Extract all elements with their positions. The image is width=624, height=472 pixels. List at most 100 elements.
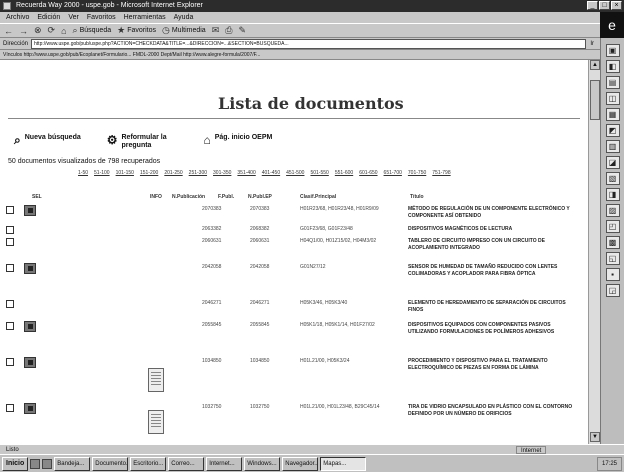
media-button[interactable]: ◷ Multimedia — [162, 25, 206, 36]
page-link[interactable]: 201-250 — [164, 170, 182, 176]
row-checkbox[interactable] — [6, 358, 14, 366]
tool-icon-5[interactable]: ▦ — [605, 108, 620, 121]
mail-button[interactable]: ✉ — [212, 25, 220, 36]
pub-number[interactable]: 2063382 — [202, 226, 221, 232]
go-button[interactable]: Ir — [590, 41, 594, 47]
favorites-button[interactable]: ★ Favoritos — [117, 25, 156, 36]
thumbnail-image[interactable] — [148, 368, 164, 392]
taskbar-item[interactable]: Navegador... — [282, 456, 319, 471]
minimize-button[interactable]: _ — [587, 1, 598, 10]
page-link[interactable]: 401-450 — [262, 170, 280, 176]
doc-title[interactable]: DISPOSITIVOS MAGNÉTICOS DE LECTURA — [408, 226, 580, 233]
print-button[interactable]: ⎙ — [225, 25, 232, 36]
pub-number[interactable]: 2060631 — [202, 238, 221, 244]
row-checkbox[interactable] — [6, 264, 14, 272]
menu-view[interactable]: Ver — [68, 12, 79, 23]
thumbnail-image[interactable] — [148, 410, 164, 434]
tool-icon-8[interactable]: ◪ — [605, 156, 620, 169]
pub-number[interactable]: 2070383 — [202, 206, 221, 212]
tool-icon-2[interactable]: ◧ — [605, 60, 620, 73]
page-link[interactable]: 451-500 — [286, 170, 304, 176]
quicklaunch-icon[interactable] — [42, 458, 53, 469]
doc-title[interactable]: DISPOSITIVOS EQUIPADOS CON COMPONENTES P… — [408, 322, 580, 336]
menu-help[interactable]: Ayuda — [174, 12, 194, 23]
document-icon[interactable] — [24, 403, 36, 414]
page-link[interactable]: 701-750 — [408, 170, 426, 176]
taskbar-item[interactable]: Windows... — [244, 456, 281, 471]
taskbar-item[interactable]: Correo... — [168, 456, 205, 471]
maximize-button[interactable]: □ — [599, 1, 610, 10]
page-link[interactable]: 351-400 — [237, 170, 255, 176]
stop-button[interactable]: ⊗ — [34, 25, 42, 36]
document-icon[interactable] — [24, 357, 36, 368]
home-button[interactable]: ⌂ — [61, 26, 66, 36]
pub-number[interactable]: 2055845 — [202, 322, 221, 328]
back-button[interactable]: ← — [4, 26, 13, 36]
page-link[interactable]: 51-100 — [94, 170, 110, 176]
menu-edit[interactable]: Edición — [37, 12, 60, 23]
pub-number[interactable]: 2042058 — [202, 264, 221, 270]
start-button[interactable]: Inicio — [2, 456, 29, 471]
edit-button[interactable]: ✎ — [238, 25, 246, 36]
vertical-scrollbar[interactable]: ▲ ▼ — [588, 60, 600, 444]
tool-icon-12[interactable]: ◰ — [605, 220, 620, 233]
close-button[interactable]: × — [611, 1, 622, 10]
doc-title[interactable]: MÉTODO DE REGULACIÓN DE UN COMPONENTE EL… — [408, 206, 580, 220]
row-checkbox[interactable] — [6, 322, 14, 330]
search-button[interactable]: ⌕ Búsqueda — [73, 25, 112, 36]
tool-icon-13[interactable]: ▩ — [605, 236, 620, 249]
page-link[interactable]: 751-798 — [432, 170, 450, 176]
pub-number[interactable]: 1034850 — [202, 358, 221, 364]
page-link[interactable]: 551-600 — [335, 170, 353, 176]
tool-icon-15[interactable]: ▪ — [605, 268, 620, 281]
pub-number[interactable]: 1032750 — [202, 404, 221, 410]
forward-button[interactable]: → — [19, 26, 28, 36]
doc-title[interactable]: TIRA DE VIDRIO ENCAPSULADO EN PLÁSTICO C… — [408, 404, 580, 418]
page-link[interactable]: 151-200 — [140, 170, 158, 176]
taskbar-item[interactable]: Escritorio... — [130, 456, 167, 471]
tool-icon-14[interactable]: ◱ — [605, 252, 620, 265]
new-search-button[interactable]: ⌕ Nueva búsqueda — [14, 134, 83, 150]
tool-icon-16[interactable]: ◲ — [605, 284, 620, 297]
tool-icon-1[interactable]: ▣ — [605, 44, 620, 57]
tool-icon-11[interactable]: ▨ — [605, 204, 620, 217]
doc-title[interactable]: ELEMENTO DE HEREDAMIENTO DE SEPARACIÓN D… — [408, 300, 580, 314]
tool-icon-3[interactable]: ▤ — [605, 76, 620, 89]
scroll-thumb[interactable] — [590, 80, 600, 120]
row-checkbox[interactable] — [6, 238, 14, 246]
document-icon[interactable] — [24, 263, 36, 274]
row-checkbox[interactable] — [6, 404, 14, 412]
menu-favorites[interactable]: Favoritos — [87, 12, 116, 23]
tool-icon-7[interactable]: ▥ — [605, 140, 620, 153]
tool-icon-9[interactable]: ▧ — [605, 172, 620, 185]
quicklaunch-icon[interactable] — [30, 458, 41, 469]
scroll-up-icon[interactable]: ▲ — [590, 60, 600, 70]
reformulate-button[interactable]: ⚙ Reformular la pregunta — [107, 134, 180, 150]
row-checkbox[interactable] — [6, 206, 14, 214]
taskbar-item[interactable]: Internet... — [206, 456, 243, 471]
page-link[interactable]: 251-300 — [189, 170, 207, 176]
links-bar[interactable]: Vínculos http://www.uspe.gob/pub/Ecoplan… — [0, 50, 600, 60]
page-link[interactable]: 301-350 — [213, 170, 231, 176]
home-page-button[interactable]: ⌂ Pág. inicio OEPM — [204, 134, 273, 150]
taskbar-item[interactable]: Documento... — [92, 456, 129, 471]
menu-tools[interactable]: Herramientas — [124, 12, 166, 23]
document-icon[interactable] — [24, 205, 36, 216]
doc-title[interactable]: SENSOR DE HUMEDAD DE TAMAÑO REDUCIDO CON… — [408, 264, 580, 278]
taskbar-item-active[interactable]: Mapas... — [320, 456, 367, 471]
page-link[interactable]: 101-150 — [116, 170, 134, 176]
page-link[interactable]: 651-700 — [384, 170, 402, 176]
address-input[interactable]: http://www.uspe.gob/pub/uspe.php?ACTION=… — [31, 38, 587, 49]
menu-file[interactable]: Archivo — [6, 12, 29, 23]
tool-icon-4[interactable]: ◫ — [605, 92, 620, 105]
taskbar-item[interactable]: Bandeja... — [54, 456, 91, 471]
refresh-button[interactable]: ⟳ — [48, 25, 56, 36]
page-link[interactable]: 501-550 — [310, 170, 328, 176]
page-link[interactable]: 601-650 — [359, 170, 377, 176]
doc-title[interactable]: PROCEDIMIENTO Y DISPOSITIVO PARA EL TRAT… — [408, 358, 580, 372]
page-link[interactable]: 1-50 — [78, 170, 88, 176]
row-checkbox[interactable] — [6, 226, 14, 234]
tool-icon-6[interactable]: ◩ — [605, 124, 620, 137]
row-checkbox[interactable] — [6, 300, 14, 308]
pub-number[interactable]: 2046271 — [202, 300, 221, 306]
